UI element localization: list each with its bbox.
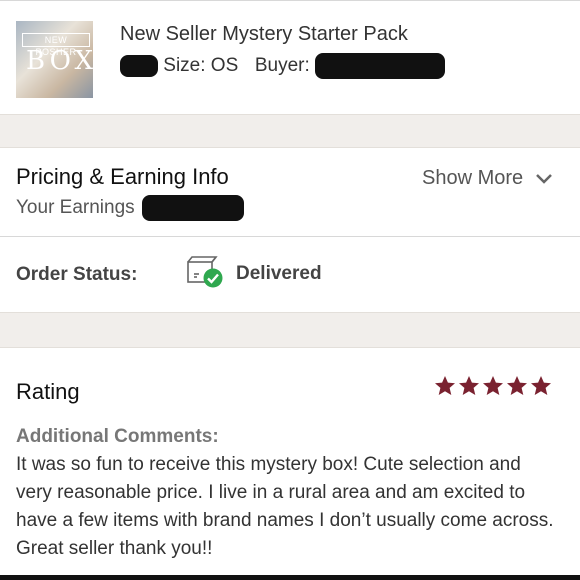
price-redaction (120, 55, 158, 77)
star-icon (483, 376, 503, 395)
product-title[interactable]: New Seller Mystery Starter Pack (120, 23, 408, 46)
product-meta: Size: OS Buyer: (120, 53, 446, 79)
comments-text: It was so fun to receive this mystery bo… (16, 454, 554, 559)
divider (0, 236, 580, 237)
check-icon (203, 268, 223, 288)
show-more-label: Show More (422, 167, 524, 189)
pricing-title: Pricing & Earning Info (16, 164, 229, 189)
product-row[interactable]: NEW POSHER BOX New Seller Mystery Starte… (0, 0, 580, 115)
order-status-value: Delivered (236, 263, 322, 284)
box-icon (186, 256, 224, 290)
comments-label: Additional Comments: (16, 426, 219, 447)
star-icon (459, 376, 479, 395)
order-status-label: Order Status: (16, 264, 138, 285)
buyer-redaction (315, 53, 446, 79)
section-separator (0, 312, 580, 348)
thumbnail-text-top: NEW POSHER (22, 33, 90, 57)
bottom-bar (0, 575, 580, 580)
rating-stars (434, 375, 552, 397)
buyer-label: Buyer: (254, 55, 310, 77)
show-more-button[interactable]: Show More (422, 167, 553, 190)
size-label: Size: OS (163, 55, 239, 77)
rating-title: Rating (16, 379, 80, 404)
earnings-label: Your Earnings (16, 197, 135, 219)
star-icon (435, 376, 455, 395)
earnings-row: Your Earnings (16, 195, 244, 221)
chevron-down-icon (535, 173, 552, 184)
earnings-redaction (141, 195, 244, 221)
star-icon (531, 376, 551, 395)
star-icon (507, 376, 527, 395)
thumbnail-text-main: BOX (26, 46, 93, 76)
product-thumbnail[interactable]: NEW POSHER BOX (16, 21, 93, 98)
section-separator (0, 114, 580, 148)
